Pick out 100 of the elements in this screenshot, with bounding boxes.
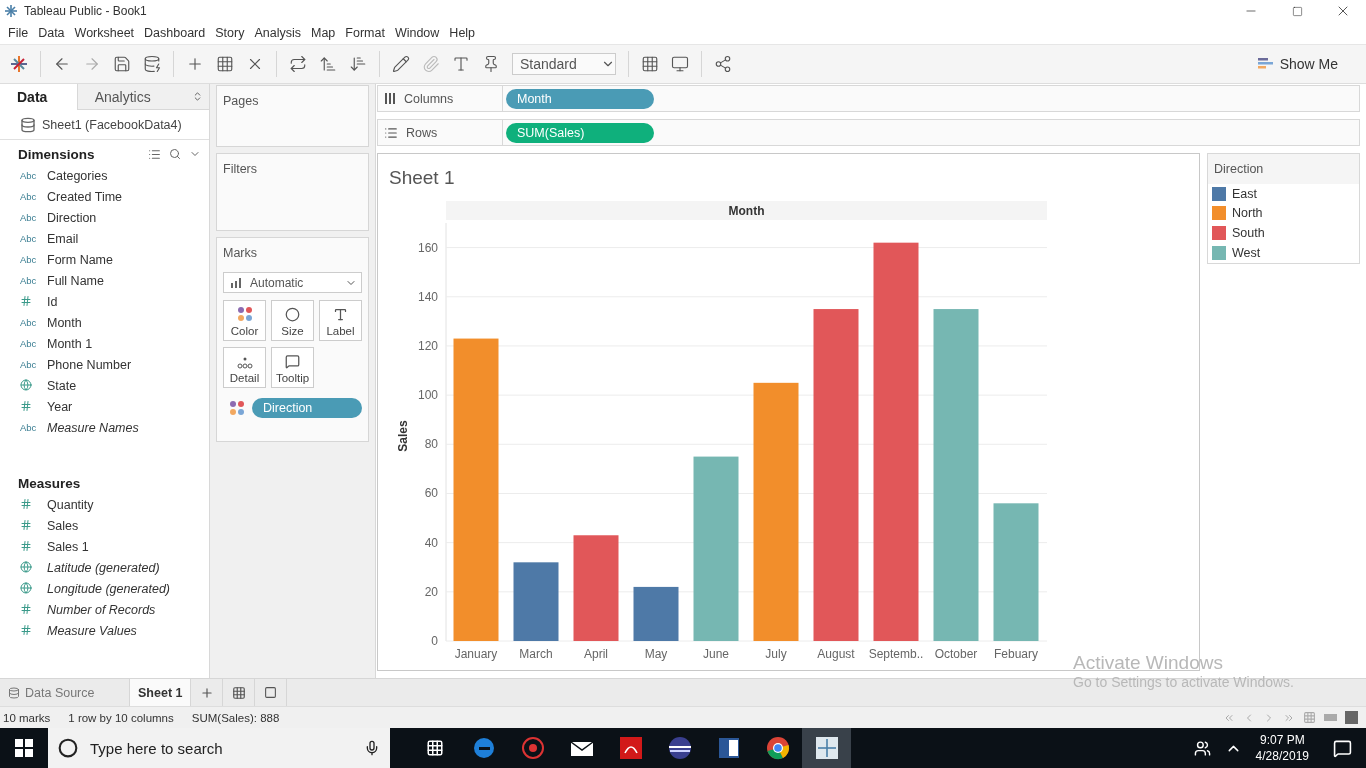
number-icon: [20, 497, 32, 510]
field-item[interactable]: Sales 1: [47, 539, 89, 554]
y-axis-title: Sales: [396, 420, 410, 452]
section-title: Measures: [18, 475, 81, 491]
mark-type-dropdown[interactable]: Automatic: [223, 272, 362, 293]
size-circles-icon: [285, 307, 300, 322]
card-title: Filters: [223, 162, 259, 176]
globe-icon: [20, 560, 32, 573]
menu-item[interactable]: Window: [389, 26, 445, 40]
y-tick-label: 60: [424, 486, 438, 501]
new-worksheet-icon[interactable]: [186, 55, 204, 73]
people-icon[interactable]: [1193, 739, 1211, 757]
search-icon[interactable]: [169, 148, 181, 160]
field-item[interactable]: Direction: [47, 210, 97, 225]
notifications-icon[interactable]: [1333, 738, 1352, 758]
field-item[interactable]: Longitude (generated): [47, 581, 170, 596]
save-icon[interactable]: [113, 55, 131, 73]
clock[interactable]: 9:07 PM 4/28/2019: [1255, 733, 1309, 763]
x-tick-label: October: [934, 647, 978, 661]
field-item[interactable]: Sales: [47, 518, 79, 533]
field-item[interactable]: Month: [47, 315, 82, 330]
mark-property-button[interactable]: Size: [271, 300, 314, 341]
field-item[interactable]: Email: [47, 231, 79, 246]
bar-chart-icon: [230, 277, 244, 288]
menu-item[interactable]: File: [3, 26, 34, 40]
section-title: Dimensions: [18, 146, 95, 162]
field-item[interactable]: Year: [47, 399, 73, 414]
mark-property-button[interactable]: Tooltip: [271, 347, 314, 388]
sort-ascending-icon[interactable]: [319, 55, 337, 73]
presentation-icon[interactable]: [671, 55, 689, 73]
data-source-name[interactable]: Sheet1 (FacebookData4): [42, 117, 182, 132]
x-tick-label: July: [765, 647, 787, 661]
menu-item[interactable]: Worksheet: [69, 26, 140, 40]
menu-item[interactable]: Data: [33, 26, 70, 40]
menu-item[interactable]: Map: [305, 26, 341, 40]
legend-title: Direction: [1214, 161, 1264, 176]
field-type-label: Abc: [20, 317, 38, 328]
show-me-button[interactable]: Show Me: [1257, 56, 1356, 72]
new-data-source-icon[interactable]: [143, 55, 161, 73]
mark-property-button[interactable]: Color: [223, 300, 266, 341]
tooltip-icon: [285, 354, 300, 369]
circle-icon: [58, 738, 78, 758]
field-item[interactable]: State: [47, 378, 77, 393]
y-tick-label: 160: [417, 240, 438, 255]
mark-property-button[interactable]: Label: [319, 300, 362, 341]
menu-item[interactable]: Story: [210, 26, 250, 40]
x-tick-label: May: [644, 647, 668, 661]
globe-icon: [20, 581, 32, 594]
tableau-app-icon[interactable]: [802, 728, 851, 768]
menu-item[interactable]: Dashboard: [139, 26, 211, 40]
share-icon[interactable]: [714, 55, 732, 73]
legend-label: East: [1232, 186, 1257, 201]
field-item[interactable]: Quantity: [47, 497, 94, 512]
pane-tab[interactable]: Analytics: [76, 84, 209, 110]
text-icon[interactable]: [452, 55, 470, 73]
menu-item[interactable]: Analysis: [249, 26, 306, 40]
field-item[interactable]: Measure Values: [47, 623, 137, 638]
paperclip-icon[interactable]: [422, 55, 440, 73]
field-type-label: Abc: [20, 422, 38, 433]
square-icon: [264, 686, 278, 699]
sort-descending-icon[interactable]: [349, 55, 367, 73]
search-input[interactable]: Type here to search: [88, 738, 354, 758]
field-item[interactable]: Measure Names: [47, 420, 139, 435]
menu-item[interactable]: Format: [340, 26, 390, 40]
microphone-icon[interactable]: [364, 740, 380, 756]
up-down-icon: [192, 91, 203, 102]
field-item[interactable]: Created Time: [47, 189, 123, 204]
mark-property-button[interactable]: Detail: [223, 347, 266, 388]
taskbar-search-field[interactable]: Type here to search: [48, 728, 390, 768]
y-tick-label: 80: [424, 437, 438, 452]
sheet-title: Sheet 1: [389, 167, 455, 188]
menu-item[interactable]: Help: [444, 26, 481, 40]
back-icon[interactable]: [53, 55, 71, 73]
axis-header-label: Month: [728, 204, 765, 218]
text-label-icon: [333, 307, 348, 322]
plus-icon: [199, 685, 214, 700]
field-item[interactable]: Number of Records: [47, 602, 156, 617]
number-icon: [20, 518, 32, 531]
field-type-label: Abc: [20, 254, 38, 265]
field-item[interactable]: Latitude (generated): [47, 560, 160, 575]
window-title: Tableau Public - Book1: [24, 4, 147, 18]
view-list-icon[interactable]: [148, 147, 161, 161]
pin-icon[interactable]: [482, 55, 500, 73]
y-tick-label: 140: [417, 289, 438, 304]
field-item[interactable]: Form Name: [47, 252, 113, 267]
tableau-logo-icon[interactable]: [10, 55, 28, 73]
highlight-icon[interactable]: [392, 55, 410, 73]
field-type-label: Abc: [20, 212, 38, 223]
field-item[interactable]: Month 1: [47, 336, 93, 351]
sheet-tab[interactable]: Sheet 1: [130, 679, 192, 706]
field-item[interactable]: Full Name: [47, 273, 104, 288]
y-tick-label: 100: [417, 388, 438, 403]
field-type-label: Abc: [20, 359, 38, 370]
y-tick-label: 0: [431, 634, 438, 648]
field-item[interactable]: Categories: [47, 168, 108, 183]
app-logo-icon: [4, 4, 18, 18]
fit-dropdown[interactable]: Standard: [512, 53, 616, 75]
field-item[interactable]: Id: [47, 294, 58, 309]
field-item[interactable]: Phone Number: [47, 357, 132, 372]
swap-icon[interactable]: [289, 55, 307, 73]
